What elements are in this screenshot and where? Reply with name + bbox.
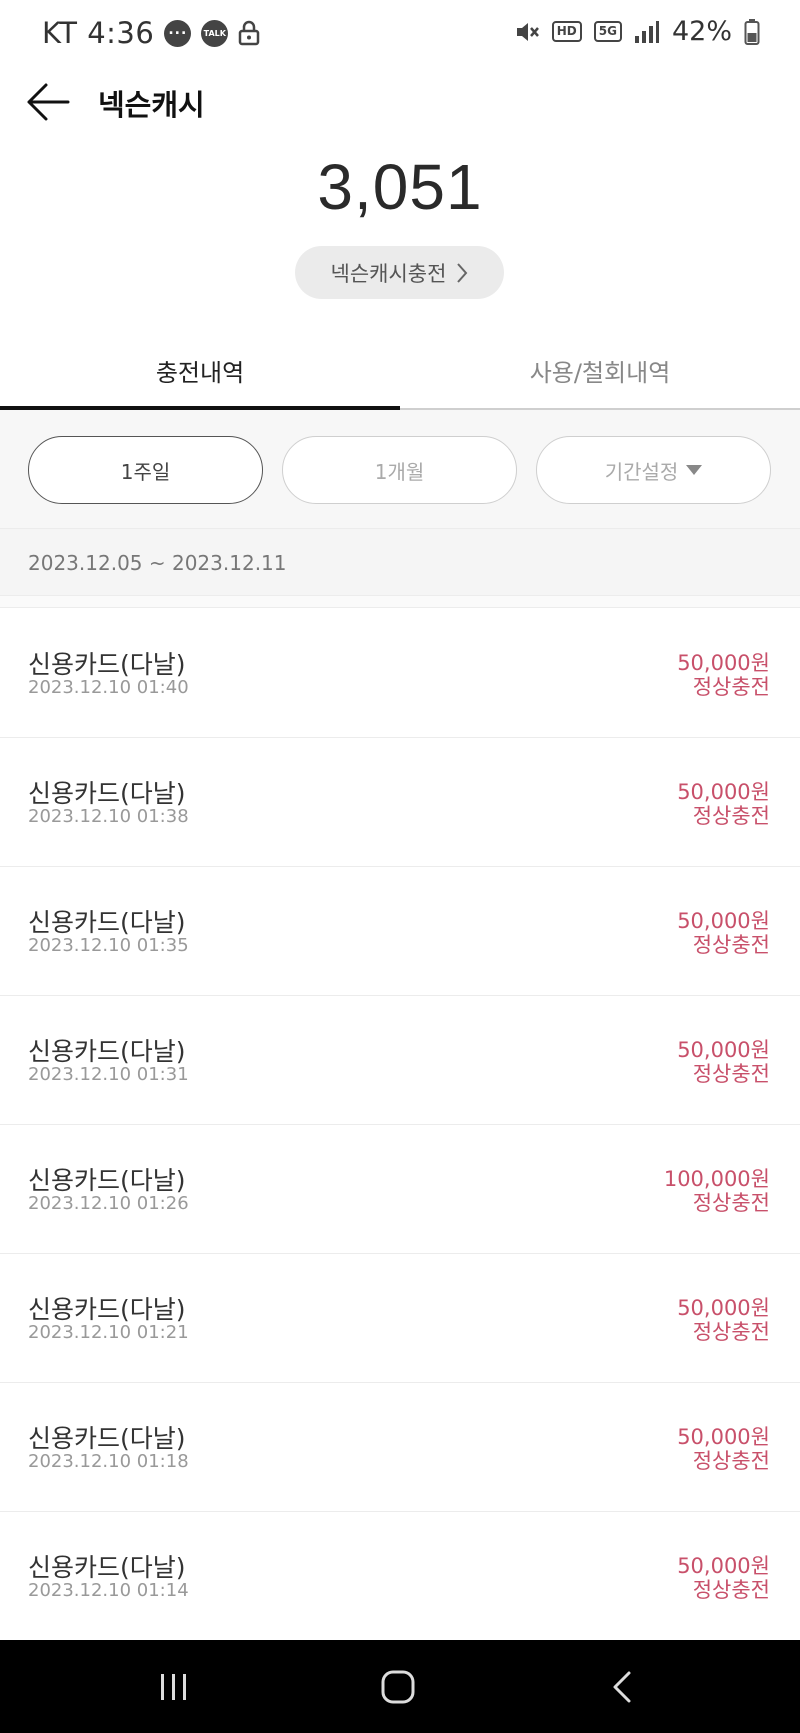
message-icon: ... — [164, 19, 192, 47]
payment-method: 신용카드(다날) — [28, 1037, 186, 1066]
charge-status: 정상충전 — [692, 1062, 770, 1086]
home-icon — [381, 1670, 415, 1703]
tab-charge-history[interactable]: 충전내역 — [0, 330, 400, 410]
5g-icon: 5G — [593, 21, 622, 42]
transaction-datetime: 2023.12.10 01:26 — [28, 1193, 189, 1214]
charge-status: 정상충전 — [692, 1449, 770, 1473]
charge-status: 정상충전 — [692, 1578, 770, 1602]
back-button[interactable] — [26, 82, 70, 122]
payment-method: 신용카드(다날) — [28, 650, 186, 679]
chevron-right-icon — [457, 262, 468, 283]
payment-method: 신용카드(다날) — [28, 1166, 186, 1195]
transaction-datetime: 2023.12.10 01:31 — [28, 1064, 189, 1085]
transaction-datetime: 2023.12.10 01:21 — [28, 1322, 189, 1343]
transaction-row[interactable]: 신용카드(다날) 2023.12.10 01:26 100,000원 정상충전 — [0, 1125, 800, 1254]
charge-status: 정상충전 — [692, 675, 770, 699]
history-tabs: 충전내역 사용/철회내역 — [0, 330, 800, 410]
payment-method: 신용카드(다날) — [28, 908, 186, 937]
charge-status: 정상충전 — [692, 1320, 770, 1344]
signal-icon — [634, 20, 659, 43]
payment-method: 신용카드(다날) — [28, 1553, 186, 1582]
date-range-bar: 2023.12.05 ~ 2023.12.11 — [0, 528, 800, 596]
filter-1-week-button[interactable]: 1주일 — [28, 436, 263, 504]
lock-icon — [239, 20, 260, 46]
status-left: KT 4:36 ... TALK — [42, 16, 260, 50]
transaction-row[interactable]: 신용카드(다날) 2023.12.10 01:18 50,000원 정상충전 — [0, 1383, 800, 1512]
period-filter-area: 1주일 1개월 기간설정 — [0, 410, 800, 528]
caret-down-icon — [686, 465, 703, 475]
status-right: HD 5G 42% — [514, 16, 760, 47]
charge-cash-button[interactable]: 넥슨캐시충전 — [295, 246, 504, 299]
transaction-datetime: 2023.12.10 01:18 — [28, 1451, 189, 1472]
nav-back-icon — [613, 1671, 631, 1702]
recents-icon — [161, 1673, 186, 1700]
date-range-text: 2023.12.05 ~ 2023.12.11 — [28, 551, 287, 575]
filter-1-month-label: 1개월 — [374, 459, 425, 484]
transaction-datetime: 2023.12.10 01:14 — [28, 1580, 189, 1601]
hd-icon: HD — [551, 21, 582, 42]
battery-percent: 42% — [671, 16, 732, 47]
home-button[interactable] — [338, 1640, 458, 1733]
transaction-row[interactable]: 신용카드(다날) 2023.12.10 01:38 50,000원 정상충전 — [0, 738, 800, 867]
filter-custom-period-dropdown[interactable]: 기간설정 — [536, 436, 771, 504]
battery-icon — [744, 18, 760, 45]
payment-method: 신용카드(다날) — [28, 1295, 186, 1324]
app-header: 넥슨캐시 — [0, 72, 800, 132]
transaction-datetime: 2023.12.10 01:40 — [28, 677, 189, 698]
page-title: 넥슨캐시 — [98, 88, 205, 122]
carrier-time: KT 4:36 — [42, 16, 155, 50]
transaction-list: 신용카드(다날) 2023.12.10 01:40 50,000원 정상충전 신… — [0, 609, 800, 1641]
cash-balance: 3,051 — [317, 151, 483, 223]
charge-status: 정상충전 — [692, 933, 770, 957]
tab-usage-history[interactable]: 사용/철회내역 — [400, 330, 800, 410]
status-bar: KT 4:36 ... TALK HD 5G 42% — [0, 0, 800, 72]
charge-status: 정상충전 — [692, 804, 770, 828]
charge-button-label: 넥슨캐시충전 — [330, 261, 447, 286]
transaction-datetime: 2023.12.10 01:38 — [28, 806, 189, 827]
payment-method: 신용카드(다날) — [28, 1424, 186, 1453]
transaction-row[interactable]: 신용카드(다날) 2023.12.10 01:14 50,000원 정상충전 — [0, 1512, 800, 1641]
recents-button[interactable] — [114, 1640, 234, 1733]
nav-back-button[interactable] — [562, 1640, 682, 1733]
system-navigation-bar — [0, 1640, 800, 1733]
arrow-left-icon — [27, 83, 70, 121]
payment-method: 신용카드(다날) — [28, 779, 186, 808]
transaction-datetime: 2023.12.10 01:35 — [28, 935, 189, 956]
transaction-row[interactable]: 신용카드(다날) 2023.12.10 01:21 50,000원 정상충전 — [0, 1254, 800, 1383]
filter-1-month-button[interactable]: 1개월 — [282, 436, 517, 504]
transaction-row[interactable]: 신용카드(다날) 2023.12.10 01:31 50,000원 정상충전 — [0, 996, 800, 1125]
charge-status: 정상충전 — [692, 1191, 770, 1215]
transaction-row[interactable]: 신용카드(다날) 2023.12.10 01:40 50,000원 정상충전 — [0, 609, 800, 738]
kakaotalk-icon: TALK — [201, 19, 229, 47]
list-top-spacer — [0, 596, 800, 608]
filter-1-week-label: 1주일 — [120, 459, 171, 484]
filter-custom-period-label: 기간설정 — [604, 459, 679, 484]
mute-icon — [516, 22, 539, 41]
transaction-row[interactable]: 신용카드(다날) 2023.12.10 01:35 50,000원 정상충전 — [0, 867, 800, 996]
